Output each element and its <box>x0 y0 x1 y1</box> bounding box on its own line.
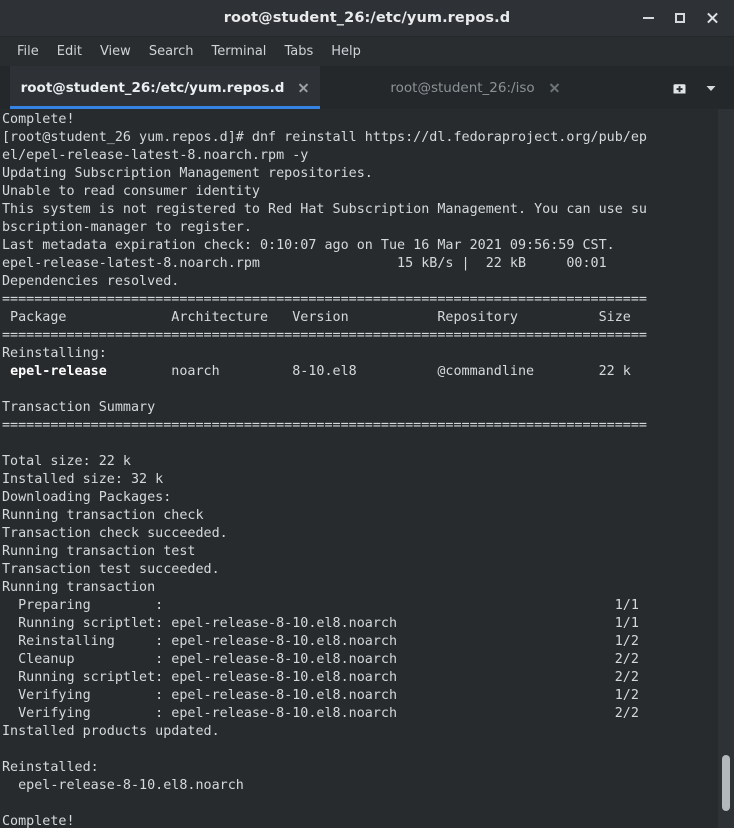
new-tab-icon <box>673 84 685 94</box>
terminal-output-area[interactable]: Complete! [root@student_26 yum.repos.d]#… <box>0 109 734 828</box>
close-icon <box>706 12 719 25</box>
maximize-icon <box>675 13 685 23</box>
terminal-window: root@student_26:/etc/yum.repos.d File Ed… <box>0 0 734 828</box>
tab-label: root@student_26:/iso <box>390 79 535 96</box>
tab-iso[interactable]: root@student_26:/iso <box>320 66 630 109</box>
menu-item-terminal[interactable]: Terminal <box>202 41 275 62</box>
chevron-down-icon <box>706 85 716 91</box>
minimize-button[interactable] <box>632 4 664 32</box>
close-button[interactable] <box>696 4 728 32</box>
terminal-text: Complete! [root@student_26 yum.repos.d]#… <box>2 112 647 828</box>
scrollbar-thumb[interactable] <box>722 755 730 811</box>
window-title: root@student_26:/etc/yum.repos.d <box>223 10 511 26</box>
tab-bar-actions <box>664 66 734 109</box>
window-controls <box>632 0 728 36</box>
tab-list-button[interactable] <box>696 73 726 103</box>
tab-close-icon[interactable] <box>298 82 309 93</box>
menu-item-help[interactable]: Help <box>322 41 370 62</box>
menu-item-file[interactable]: File <box>8 41 48 62</box>
menu-item-view[interactable]: View <box>91 41 140 62</box>
menu-item-edit[interactable]: Edit <box>48 41 91 62</box>
minimize-icon <box>642 17 654 19</box>
maximize-button[interactable] <box>664 4 696 32</box>
terminal-scrollbar[interactable] <box>718 109 734 828</box>
tab-bar: root@student_26:/etc/yum.repos.d root@st… <box>0 66 734 109</box>
tab-yum-repos-d[interactable]: root@student_26:/etc/yum.repos.d <box>10 66 320 109</box>
menu-item-search[interactable]: Search <box>140 41 203 62</box>
new-tab-button[interactable] <box>664 73 694 103</box>
tab-label: root@student_26:/etc/yum.repos.d <box>20 79 285 96</box>
title-bar[interactable]: root@student_26:/etc/yum.repos.d <box>0 0 734 37</box>
menu-bar: File Edit View Search Terminal Tabs Help <box>0 37 734 66</box>
menu-item-tabs[interactable]: Tabs <box>275 41 322 62</box>
tab-close-icon[interactable] <box>549 82 560 93</box>
